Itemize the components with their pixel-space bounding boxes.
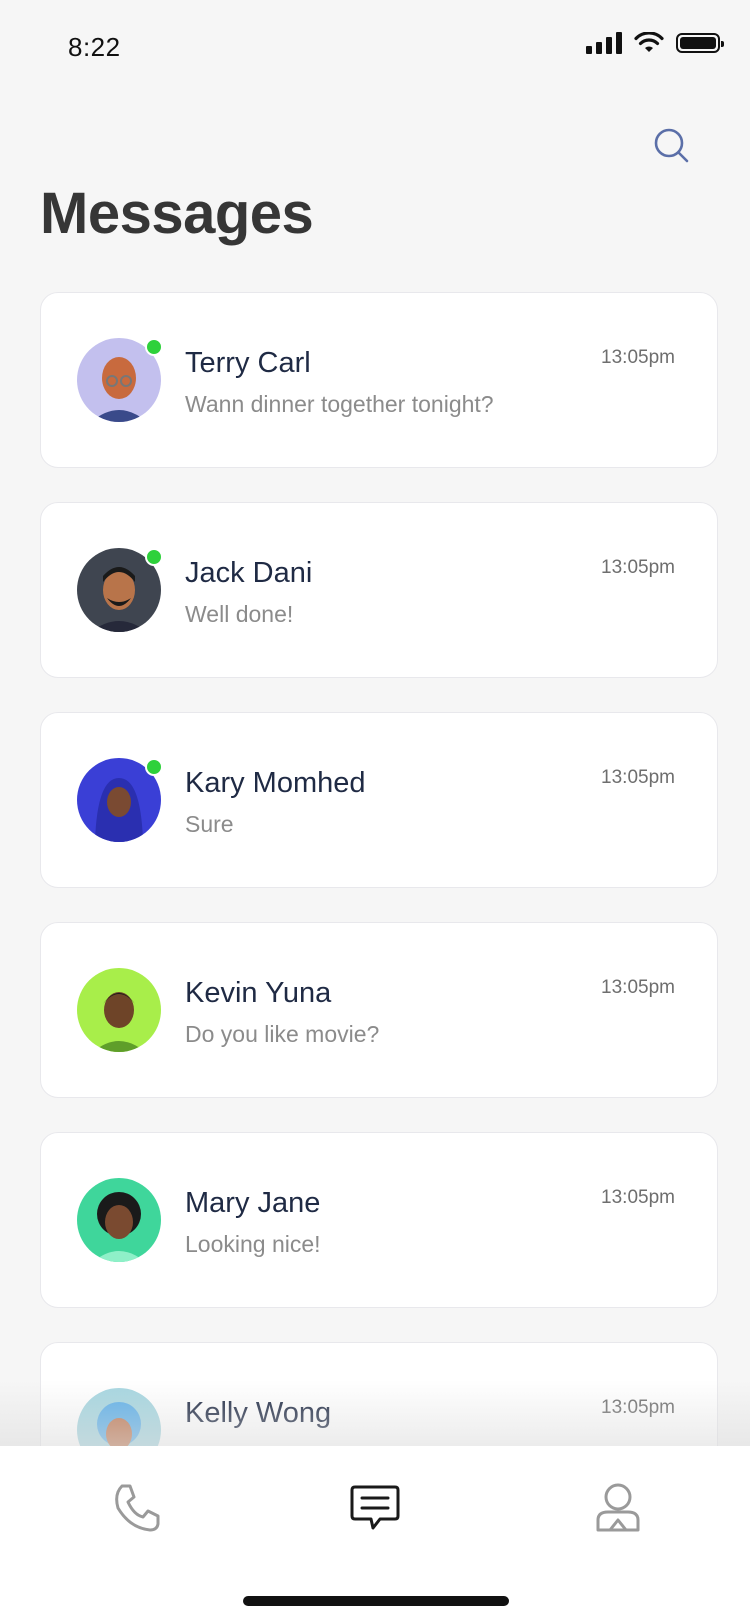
search-icon (654, 128, 689, 163)
home-indicator (243, 1596, 509, 1606)
search-button[interactable] (652, 126, 692, 166)
status-time: 8:22 (68, 32, 121, 62)
message-preview: Well done! (185, 601, 294, 627)
conversation-card[interactable]: Kevin Yuna Do you like movie? 13:05pm (40, 922, 718, 1098)
message-preview: Wann dinner together tonight? (185, 391, 494, 417)
tab-profile[interactable] (590, 1480, 646, 1536)
message-preview: Do you like movie? (185, 1021, 380, 1047)
message-time: 13:05pm (601, 347, 675, 368)
chat-icon (350, 1485, 400, 1530)
avatar (77, 968, 161, 1052)
message-time: 13:05pm (601, 767, 675, 788)
avatar-container (77, 758, 163, 842)
cellular-signal-icon (586, 32, 622, 54)
message-time: 13:05pm (601, 977, 675, 998)
online-status-indicator (145, 338, 163, 356)
status-icons (586, 32, 724, 54)
avatar-container (77, 1178, 161, 1262)
avatar-container (77, 338, 163, 422)
message-preview: Looking nice! (185, 1231, 321, 1257)
contact-name: Jack Dani (185, 557, 313, 589)
avatar (77, 1178, 161, 1262)
conversation-card[interactable]: Terry Carl Wann dinner together tonight?… (40, 292, 718, 468)
conversation-list: Terry Carl Wann dinner together tonight?… (40, 292, 720, 1552)
status-bar: 8:22 (0, 0, 750, 96)
online-status-indicator (145, 548, 163, 566)
contact-name: Kary Momhed (185, 767, 366, 799)
wifi-icon (634, 32, 664, 52)
profile-icon (596, 1483, 640, 1532)
message-time: 13:05pm (601, 1397, 675, 1418)
conversation-card[interactable]: Jack Dani Well done! 13:05pm (40, 502, 718, 678)
avatar-container (77, 548, 163, 632)
battery-icon (676, 33, 724, 53)
tab-bar (0, 1446, 750, 1624)
avatar-container (77, 968, 161, 1052)
online-status-indicator (145, 758, 163, 776)
tab-calls[interactable] (108, 1480, 164, 1536)
page-title: Messages (40, 181, 314, 246)
contact-name: Mary Jane (185, 1187, 321, 1219)
tab-messages[interactable] (347, 1480, 403, 1536)
message-preview: Sure (185, 811, 234, 837)
conversation-card[interactable]: Kary Momhed Sure 13:05pm (40, 712, 718, 888)
message-time: 13:05pm (601, 1187, 675, 1208)
contact-name: Kelly Wong (185, 1397, 332, 1429)
conversation-card[interactable]: Mary Jane Looking nice! 13:05pm (40, 1132, 718, 1308)
contact-name: Kevin Yuna (185, 977, 332, 1009)
phone-icon (115, 1484, 160, 1532)
contact-name: Terry Carl (185, 347, 311, 379)
message-time: 13:05pm (601, 557, 675, 578)
